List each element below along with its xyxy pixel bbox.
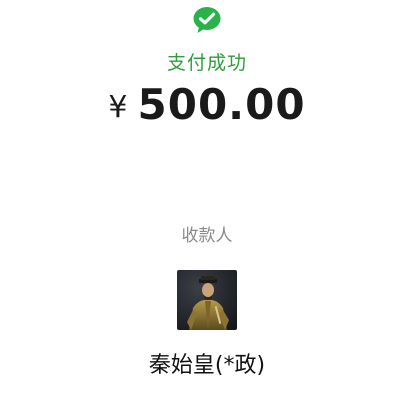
payment-amount: ¥500.00 <box>0 80 414 139</box>
payment-status-text: 支付成功 <box>166 52 247 74</box>
payee-name: 秦始皇(*政) <box>148 353 266 378</box>
payee-label: 收款人 <box>181 226 233 246</box>
payee-avatar <box>177 270 237 330</box>
currency-symbol: ¥ <box>108 90 128 125</box>
amount-value: 500.00 <box>137 80 306 129</box>
wechat-success-icon <box>192 5 222 35</box>
